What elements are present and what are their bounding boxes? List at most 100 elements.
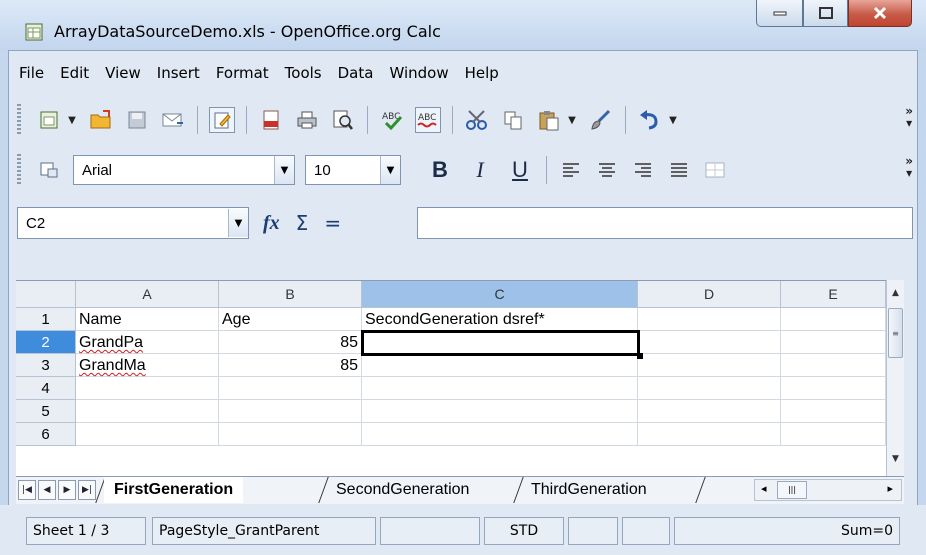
paste-button[interactable] (536, 107, 562, 133)
italic-button[interactable]: I (469, 157, 491, 183)
toolbar-grip[interactable] (17, 154, 21, 186)
chevron-down-icon[interactable]: ▼ (274, 156, 294, 184)
row-header-1[interactable]: 1 (16, 308, 76, 331)
cell-e6[interactable] (781, 423, 886, 446)
cell-a1[interactable]: Name (76, 308, 219, 331)
toolbar-overflow-icon[interactable]: » ▾ (905, 105, 913, 129)
select-all-corner[interactable] (16, 281, 76, 308)
cell-c6[interactable] (362, 423, 638, 446)
next-sheet-icon[interactable]: ▶ (58, 480, 76, 500)
scroll-left-icon[interactable]: ◂ (761, 482, 767, 495)
cell-c4[interactable] (362, 377, 638, 400)
cell-a5[interactable] (76, 400, 219, 423)
function-wizard-icon[interactable]: fx (263, 212, 280, 235)
email-button[interactable] (160, 107, 186, 133)
cell-e2[interactable] (781, 331, 886, 354)
justify-button[interactable] (666, 157, 692, 183)
toolbar-grip[interactable] (17, 104, 21, 136)
export-pdf-button[interactable] (258, 107, 284, 133)
last-sheet-icon[interactable]: ▶| (78, 480, 96, 500)
row-header-3[interactable]: 3 (16, 354, 76, 377)
menu-edit[interactable]: Edit (52, 64, 97, 82)
sheet-tab-thirdgeneration[interactable]: ThirdGeneration (521, 477, 657, 503)
cell-d1[interactable] (638, 308, 781, 331)
menu-view[interactable]: View (97, 64, 149, 82)
toolbar-overflow-icon[interactable]: » ▾ (905, 155, 913, 179)
new-document-button[interactable] (36, 107, 62, 133)
row-header-2[interactable]: 2 (16, 331, 76, 354)
align-left-button[interactable] (558, 157, 584, 183)
fill-handle[interactable] (637, 353, 643, 359)
cut-button[interactable] (464, 107, 490, 133)
minimize-button[interactable] (756, 0, 803, 27)
save-button[interactable] (124, 107, 150, 133)
cell-d3[interactable] (638, 354, 781, 377)
spellcheck-button[interactable]: ABC (379, 107, 405, 133)
formula-input[interactable] (417, 207, 913, 239)
sheet-tab-secondgeneration[interactable]: SecondGeneration (326, 477, 479, 503)
zoom-field[interactable] (380, 517, 480, 545)
menu-help[interactable]: Help (457, 64, 507, 82)
spreadsheet-grid[interactable]: A B C D E 1 Name Age SecondGeneration ds… (16, 280, 886, 476)
scroll-up-icon[interactable]: ▲ (887, 284, 904, 302)
align-center-button[interactable] (594, 157, 620, 183)
cell-e5[interactable] (781, 400, 886, 423)
font-name-combobox[interactable]: Arial ▼ (73, 155, 295, 185)
menu-format[interactable]: Format (208, 64, 277, 82)
clone-formatting-button[interactable] (588, 107, 614, 133)
menu-file[interactable]: File (11, 64, 52, 82)
undo-button[interactable] (637, 107, 663, 133)
close-button[interactable] (848, 0, 912, 27)
cell-c3[interactable] (362, 354, 638, 377)
column-header-b[interactable]: B (219, 281, 362, 308)
column-header-c[interactable]: C (362, 281, 638, 308)
cell-b1[interactable]: Age (219, 308, 362, 331)
first-sheet-icon[interactable]: |◀ (18, 480, 36, 500)
cell-a2[interactable]: GrandPa (76, 331, 219, 354)
cell-b6[interactable] (219, 423, 362, 446)
menu-window[interactable]: Window (381, 64, 456, 82)
menu-insert[interactable]: Insert (149, 64, 208, 82)
scroll-down-icon[interactable]: ▼ (887, 450, 904, 468)
column-header-d[interactable]: D (638, 281, 781, 308)
cell-b2[interactable]: 85 (219, 331, 362, 354)
open-button[interactable] (88, 107, 114, 133)
auto-spellcheck-button[interactable]: ABC (415, 107, 441, 133)
chevron-down-icon[interactable]: ▼ (228, 209, 248, 237)
cell-a3[interactable]: GrandMa (76, 354, 219, 377)
name-box[interactable]: C2 ▼ (17, 207, 249, 239)
sheet-tab-firstgeneration[interactable]: FirstGeneration (104, 477, 244, 503)
row-header-4[interactable]: 4 (16, 377, 76, 400)
new-document-dropdown-icon[interactable]: ▼ (67, 115, 77, 126)
cell-d6[interactable] (638, 423, 781, 446)
font-size-combobox[interactable]: 10 ▼ (305, 155, 401, 185)
chevron-down-icon[interactable]: ▼ (380, 156, 400, 184)
row-header-5[interactable]: 5 (16, 400, 76, 423)
cell-a4[interactable] (76, 377, 219, 400)
menu-tools[interactable]: Tools (277, 64, 330, 82)
underline-button[interactable]: U (509, 157, 531, 183)
bold-button[interactable]: B (429, 157, 451, 183)
cell-c1[interactable]: SecondGeneration dsref* (362, 308, 638, 331)
vertical-scrollbar[interactable]: ▲ ≡ ▼ (886, 280, 904, 476)
horizontal-scroll-thumb[interactable]: ||| (777, 481, 807, 499)
row-header-6[interactable]: 6 (16, 423, 76, 446)
align-right-button[interactable] (630, 157, 656, 183)
page-preview-button[interactable] (330, 107, 356, 133)
page-style[interactable]: PageStyle_GrantParent (152, 517, 376, 545)
scroll-right-icon[interactable]: ▸ (887, 482, 893, 495)
selection-mode[interactable]: STD (484, 517, 564, 545)
print-button[interactable] (294, 107, 320, 133)
menu-data[interactable]: Data (330, 64, 382, 82)
cell-e1[interactable] (781, 308, 886, 331)
edit-file-button[interactable] (209, 107, 235, 133)
cell-e4[interactable] (781, 377, 886, 400)
cell-a6[interactable] (76, 423, 219, 446)
column-header-e[interactable]: E (781, 281, 886, 308)
copy-button[interactable] (500, 107, 526, 133)
equals-icon[interactable]: = (324, 211, 341, 235)
cell-d5[interactable] (638, 400, 781, 423)
sum-icon[interactable]: Σ (296, 211, 309, 235)
cell-c2[interactable] (362, 331, 638, 354)
previous-sheet-icon[interactable]: ◀ (38, 480, 56, 500)
